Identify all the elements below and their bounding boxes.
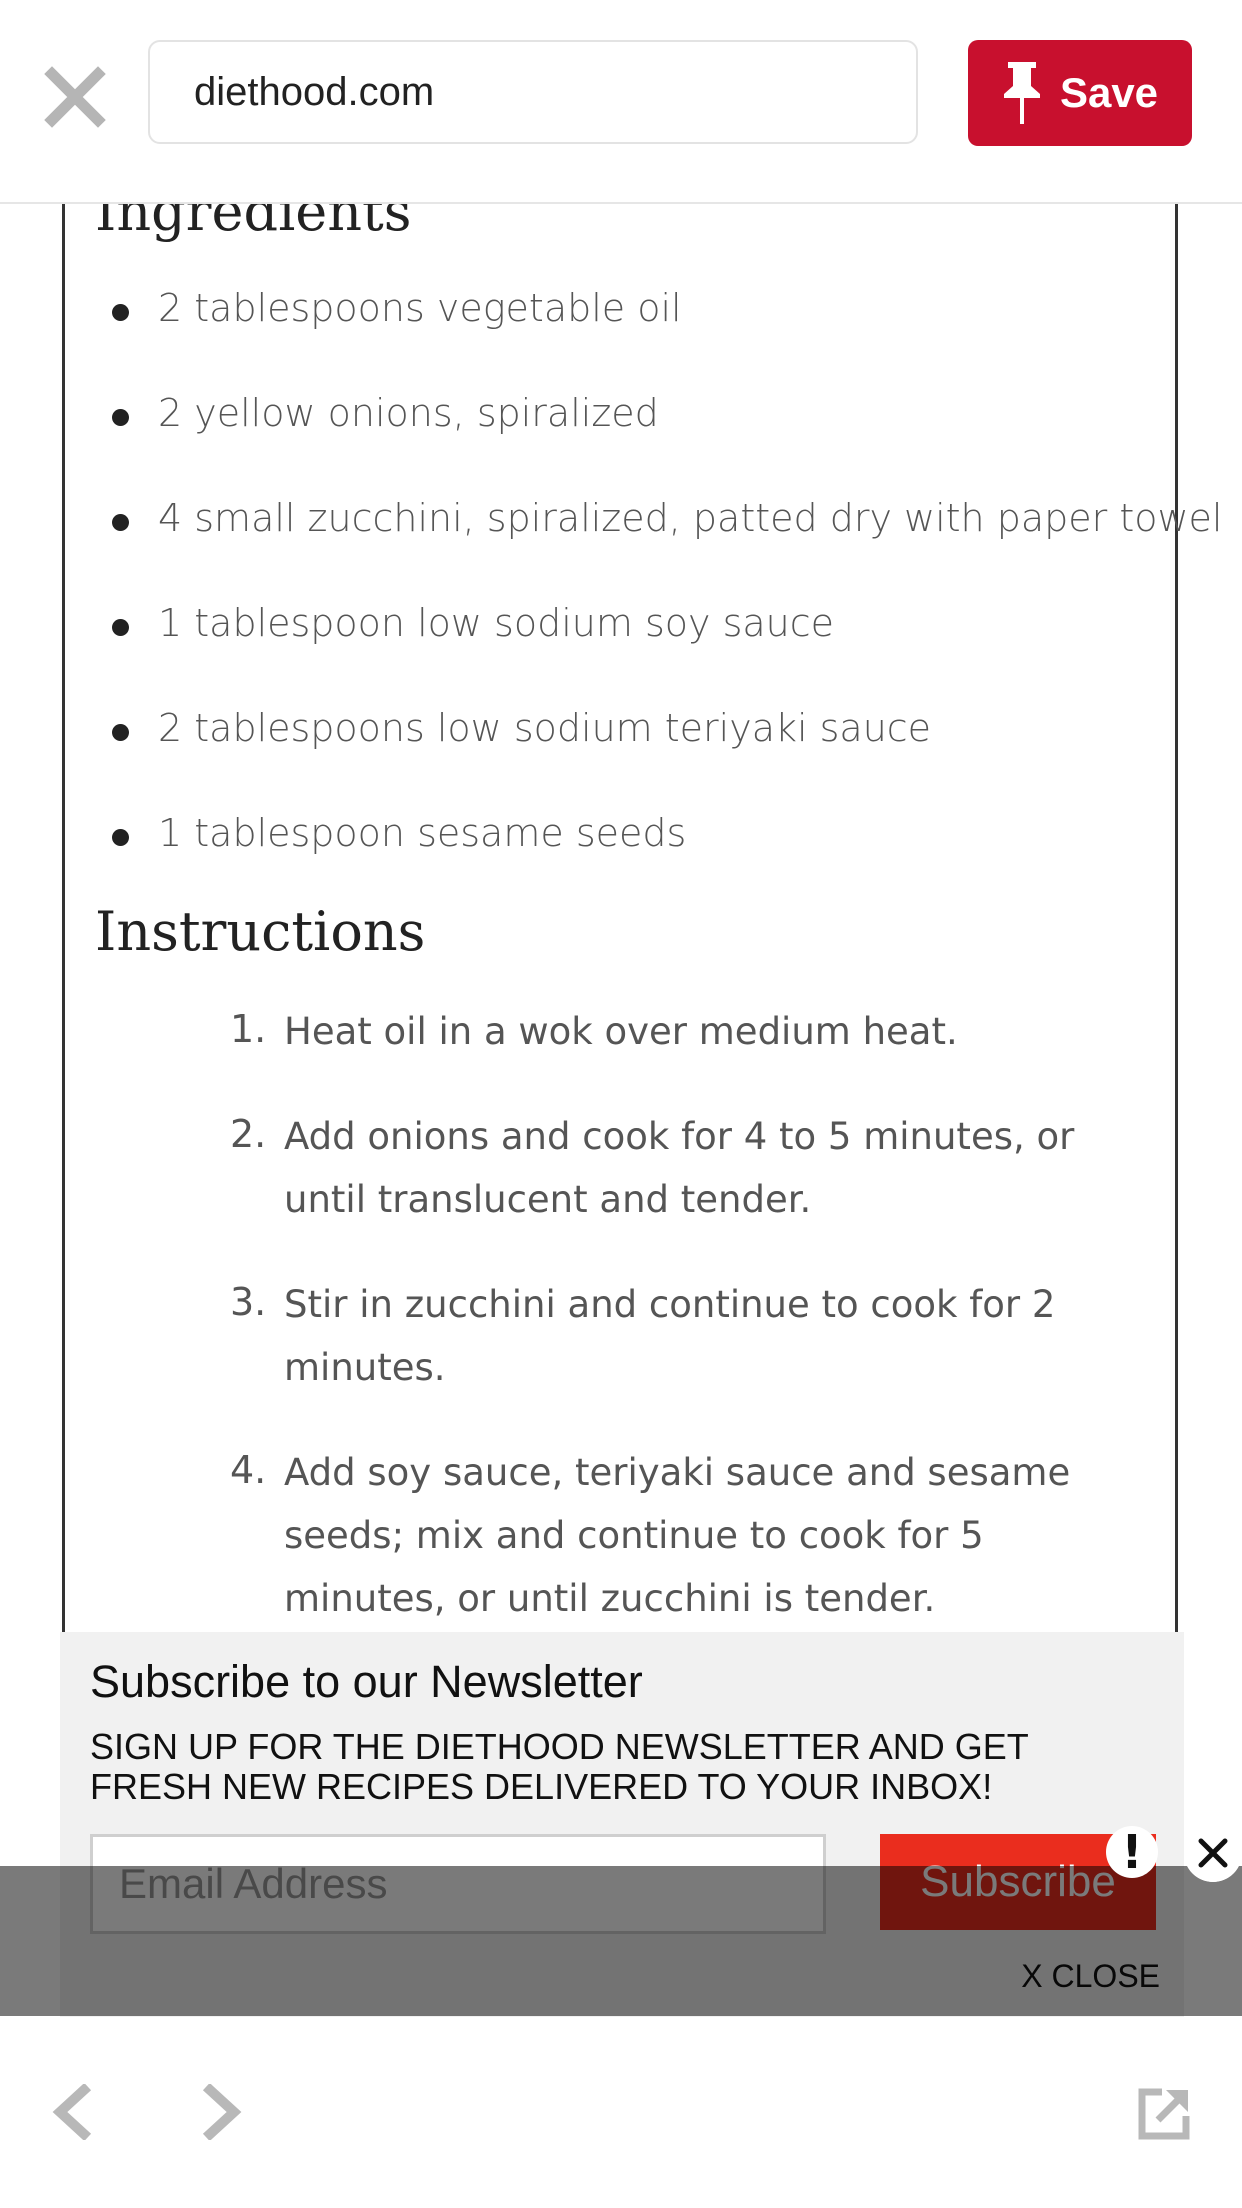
bullet bbox=[112, 409, 129, 426]
ingredient-text: 2 yellow onions, spiralized bbox=[158, 391, 659, 435]
url-field[interactable]: diethood.com bbox=[148, 40, 918, 144]
email-field[interactable] bbox=[90, 1834, 826, 1934]
save-button-label: Save bbox=[1059, 69, 1159, 116]
ingredient-text: 2 tablespoons vegetable oil bbox=[158, 286, 682, 330]
ingredient-text: 1 tablespoon low sodium soy sauce bbox=[158, 601, 835, 645]
url-text: diethood.com bbox=[194, 69, 435, 114]
newsletter-subtitle: SIGN UP FOR THE DIETHOOD NEWSLETTER AND … bbox=[90, 1726, 1029, 1807]
alert-icon[interactable]: ! bbox=[1106, 1825, 1158, 1879]
open-external-icon[interactable] bbox=[1136, 2086, 1192, 2142]
save-button[interactable]: Save bbox=[968, 40, 1192, 146]
chevron-left-icon[interactable] bbox=[46, 2084, 94, 2140]
newsletter-close-button[interactable]: X CLOSE bbox=[1021, 1958, 1160, 1995]
bullet bbox=[112, 304, 129, 321]
newsletter-title: Subscribe to our Newsletter bbox=[90, 1656, 643, 1707]
ingredient-text: 4 small zucchini, spiralized, patted dry… bbox=[158, 496, 1223, 540]
bullet bbox=[112, 829, 129, 846]
close-icon[interactable] bbox=[44, 66, 106, 128]
bullet bbox=[112, 724, 129, 741]
alert-mark: ! bbox=[1121, 1825, 1143, 1879]
chevron-right-icon[interactable] bbox=[200, 2084, 248, 2140]
ingredient-text: 2 tablespoons low sodium teriyaki sauce bbox=[158, 706, 932, 750]
instructions-heading: Instructions bbox=[95, 900, 426, 963]
bottom-toolbar bbox=[0, 2016, 1242, 2208]
bullet bbox=[112, 619, 129, 636]
step-text: Heat oil in a wok over medium heat. bbox=[284, 1010, 958, 1053]
step-text: Add soy sauce, teriyaki sauce and sesame… bbox=[284, 1451, 1071, 1620]
ingredient-text: 1 tablespoon sesame seeds bbox=[158, 811, 687, 855]
bullet bbox=[112, 514, 129, 531]
close-circle-icon[interactable] bbox=[1184, 1824, 1242, 1882]
top-bar: diethood.com Save bbox=[0, 0, 1242, 204]
pin-icon bbox=[1003, 62, 1040, 124]
newsletter-popup: Subscribe to our Newsletter SIGN UP FOR … bbox=[60, 1632, 1184, 2017]
step-text: Add onions and cook for 4 to 5 minutes, … bbox=[284, 1115, 1075, 1221]
step-text: Stir in zucchini and continue to cook fo… bbox=[284, 1283, 1056, 1389]
